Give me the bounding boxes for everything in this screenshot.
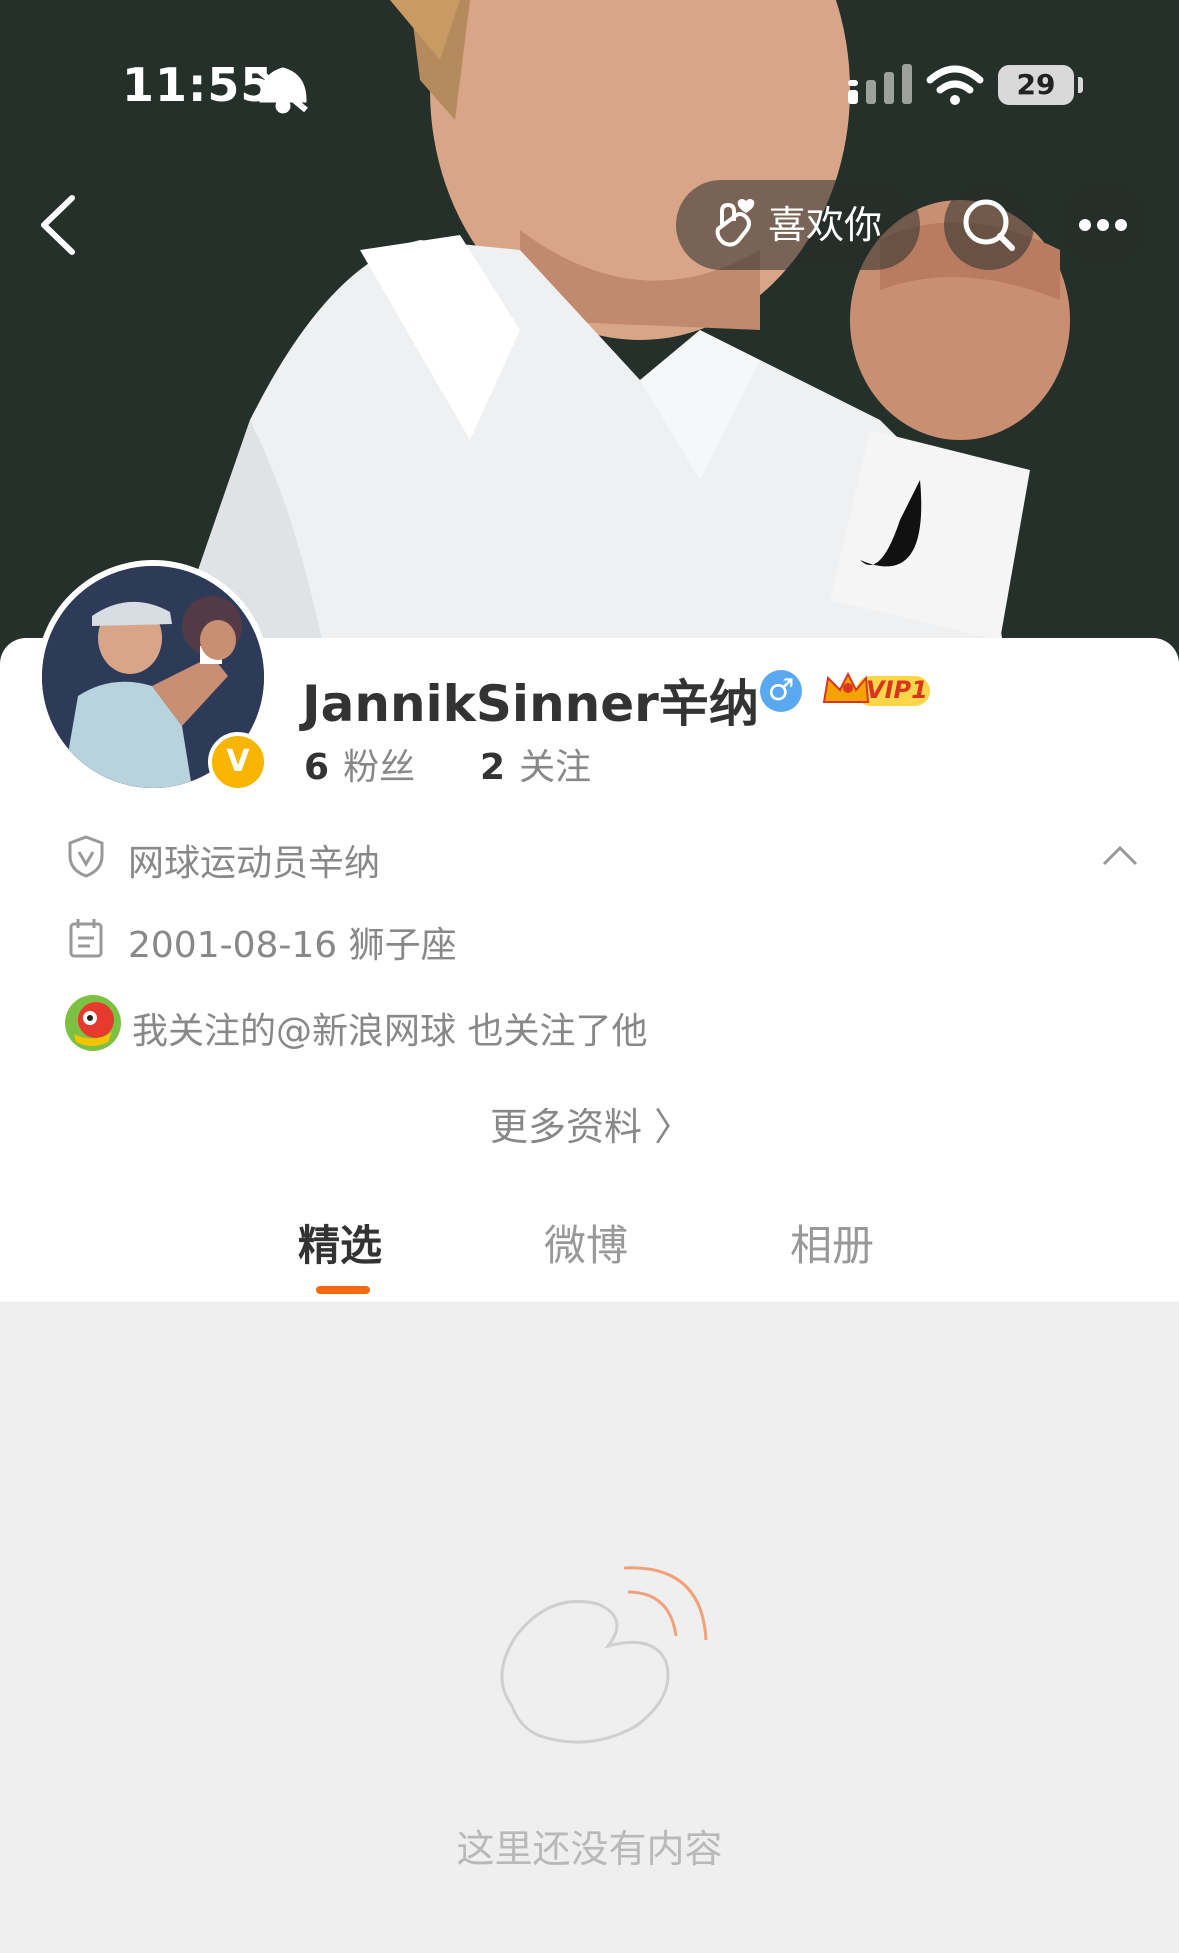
more-icon bbox=[1079, 219, 1127, 231]
hand-heart-icon bbox=[715, 199, 755, 247]
tab-weibo[interactable]: 微博 bbox=[544, 1212, 628, 1273]
gender-male-icon: ♂ bbox=[760, 670, 802, 712]
tab-featured[interactable]: 精选 bbox=[298, 1212, 382, 1273]
status-icons bbox=[256, 64, 984, 114]
battery-icon: 29 bbox=[998, 65, 1074, 105]
followers-stat[interactable]: 6 粉丝 bbox=[304, 738, 415, 790]
wifi-icon bbox=[926, 65, 984, 105]
more-button[interactable] bbox=[1058, 180, 1148, 270]
like-you-label: 喜欢你 bbox=[768, 203, 883, 247]
like-you-button[interactable]: 喜欢你 bbox=[676, 180, 920, 270]
verification-text: 网球运动员辛纳 bbox=[128, 843, 381, 884]
search-icon bbox=[963, 199, 1015, 251]
tab-album[interactable]: 相册 bbox=[790, 1212, 874, 1273]
following-count: 2 bbox=[480, 747, 506, 788]
birthday-text: 2001-08-16 狮子座 bbox=[128, 925, 457, 966]
following-label: 关注 bbox=[519, 747, 592, 788]
mutual-follow-text: 我关注的@新浪网球 也关注了他 bbox=[132, 1011, 648, 1052]
shield-icon bbox=[68, 835, 104, 878]
back-icon bbox=[41, 195, 75, 255]
back-button[interactable] bbox=[30, 190, 90, 260]
bell-slash-icon bbox=[256, 67, 308, 114]
profile-name: JannikSinner辛纳 bbox=[302, 675, 759, 733]
followers-count: 6 bbox=[304, 747, 330, 788]
following-stat[interactable]: 2 关注 bbox=[480, 738, 591, 790]
active-tab-indicator bbox=[316, 1286, 370, 1294]
signal-icon bbox=[848, 64, 912, 104]
empty-weibo-icon bbox=[500, 1566, 708, 1744]
vip-label: VIP1 bbox=[866, 676, 928, 704]
collapse-chevron-icon[interactable] bbox=[1100, 842, 1140, 868]
verified-badge: V bbox=[208, 732, 268, 792]
followers-label: 粉丝 bbox=[343, 747, 416, 788]
empty-state-message: 这里还没有内容 bbox=[456, 1827, 723, 1871]
sina-tennis-avatar bbox=[65, 995, 121, 1051]
battery-tip bbox=[1078, 77, 1083, 93]
search-button[interactable] bbox=[944, 180, 1034, 270]
more-info-link[interactable]: 更多资料 〉 bbox=[490, 1096, 692, 1151]
calendar-icon bbox=[69, 919, 103, 958]
